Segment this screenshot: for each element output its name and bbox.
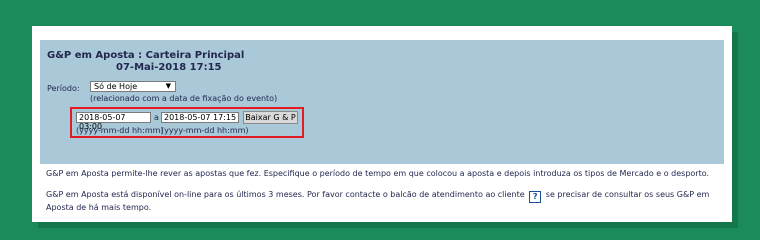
page-datetime: 07-Mai-2018 17:15 — [116, 62, 222, 73]
period-label: Período: — [47, 84, 80, 93]
dropdown-arrow-icon: ▼ — [165, 82, 171, 90]
header-box: G&P em Aposta : Carteira Principal 07-Ma… — [40, 40, 724, 164]
start-date-input[interactable]: 2018-05-07 03:00 — [76, 112, 151, 131]
period-note: (relacionado com a data de fixação do ev… — [90, 94, 278, 103]
page-title: G&P em Aposta : Carteira Principal — [47, 50, 245, 61]
help-icon[interactable]: ? — [529, 191, 542, 203]
end-format-hint: (yyyy-mm-dd hh:mm) — [161, 126, 249, 135]
main-panel: G&P em Aposta : Carteira Principal 07-Ma… — [32, 26, 732, 222]
end-date-input[interactable]: 2018-05-07 17:15 — [161, 112, 239, 123]
range-separator: a — [154, 113, 159, 122]
period-select-value: Só de Hoje — [94, 82, 138, 91]
period-select[interactable]: Só de Hoje ▼ — [90, 81, 176, 92]
download-button[interactable]: Baixar G & P — [243, 111, 298, 124]
info-paragraph-2: G&P em Aposta está disponível on-line pa… — [46, 190, 716, 213]
info-paragraph-2-start: G&P em Aposta está disponível on-line pa… — [46, 190, 525, 199]
start-format-hint: (yyyy-mm-dd hh:mm) — [76, 126, 164, 135]
info-paragraph-1: G&P em Aposta permite-lhe rever as apost… — [46, 169, 710, 178]
